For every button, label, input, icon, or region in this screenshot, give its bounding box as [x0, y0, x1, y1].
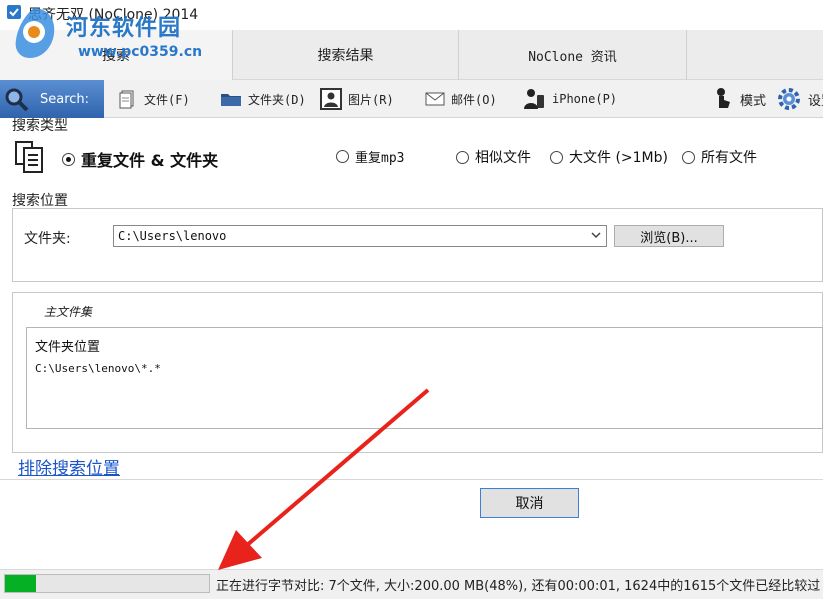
search-button-label: Search:	[40, 91, 90, 107]
main-file-set-heading: 主文件集	[44, 305, 93, 319]
watermark-logo-icon	[15, 8, 55, 58]
radio-large-files-label: 大文件 (>1Mb)	[569, 150, 668, 166]
toolbar-folder-label: 文件夹(D)	[248, 92, 306, 107]
settings-button[interactable]: 设置	[776, 80, 823, 118]
folder-location-list[interactable]: 文件夹位置 C:\Users\lenovo\*.*	[26, 327, 823, 429]
toolbar-folder[interactable]: 文件夹(D)	[220, 80, 306, 118]
folder-combobox[interactable]: C:\Users\lenovo	[113, 225, 607, 247]
progress-fill	[5, 575, 36, 592]
watermark-name: 河东软件园	[66, 16, 182, 41]
toolbar-mail-label: 邮件(O)	[451, 92, 497, 107]
status-text: 正在进行字节对比: 7个文件, 大小:200.00 MB(48%), 还有00:…	[216, 579, 821, 594]
gear-icon	[778, 88, 800, 110]
radio-duplicate-mp3-label: 重复mp3	[355, 151, 405, 166]
toolbar-file-label: 文件(F)	[144, 92, 190, 107]
mail-icon	[425, 92, 445, 106]
toolbar-iphone-label: iPhone(P)	[552, 92, 618, 106]
radio-similar-files-label: 相似文件	[475, 150, 531, 166]
list-item[interactable]: C:\Users\lenovo\*.*	[35, 362, 161, 375]
search-button[interactable]: Search:	[0, 80, 104, 118]
browse-button[interactable]: 浏览(B)...	[614, 225, 724, 247]
tab-search-results[interactable]: 搜索结果	[232, 30, 458, 80]
mode-button[interactable]: 模式	[712, 80, 766, 118]
mode-label: 模式	[740, 93, 767, 109]
radio-duplicate-mp3[interactable]: 重复mp3	[336, 147, 404, 166]
radio-all-files[interactable]: 所有文件	[682, 147, 757, 167]
tab-bar-filler	[686, 30, 823, 80]
radio-dot	[336, 150, 349, 163]
search-type-heading: 搜索类型	[12, 118, 68, 134]
radio-dot	[62, 152, 75, 166]
radio-dot	[550, 150, 563, 164]
duplicate-files-icon	[15, 141, 43, 173]
search-location-heading: 搜索位置	[12, 193, 68, 209]
chevron-down-icon	[591, 232, 601, 239]
toolbar-file[interactable]: 文件(F)	[118, 80, 190, 118]
radio-large-files[interactable]: 大文件 (>1Mb)	[550, 147, 668, 167]
radio-all-files-label: 所有文件	[701, 150, 757, 166]
cancel-button[interactable]: 取消	[480, 488, 579, 518]
phone-icon	[524, 89, 544, 109]
radio-similar-files[interactable]: 相似文件	[456, 147, 531, 167]
watermark-url: www.pc0359.cn	[78, 44, 203, 60]
toolbar-picture-label: 图片(R)	[348, 92, 394, 107]
toolbar-picture[interactable]: 图片(R)	[320, 80, 394, 118]
mode-hand-icon	[717, 88, 730, 108]
annotation-arrow-head	[218, 530, 262, 570]
file-icon	[119, 90, 134, 109]
picture-icon	[320, 88, 342, 110]
settings-label: 设置	[808, 93, 823, 109]
radio-dot	[682, 150, 695, 164]
toolbar-mail[interactable]: 邮件(O)	[425, 80, 497, 118]
folder-label: 文件夹:	[24, 231, 71, 247]
magnifier-icon	[5, 88, 29, 112]
exclude-search-location-link[interactable]: 排除搜索位置	[18, 454, 120, 479]
divider	[0, 479, 823, 480]
radio-dot	[456, 150, 469, 164]
tab-noclone-news[interactable]: NoClone 资讯	[458, 30, 686, 80]
folder-combobox-value: C:\Users\lenovo	[118, 229, 227, 243]
list-column-header: 文件夹位置	[35, 340, 101, 355]
folder-icon	[221, 94, 241, 106]
radio-duplicate-files[interactable]: 重复文件 & 文件夹	[62, 147, 218, 171]
toolbar-iphone[interactable]: iPhone(P)	[522, 80, 617, 118]
toolbar: Search: 文件(F) 文件夹(D) 图片(R) 邮件(O) iPhone(…	[0, 80, 823, 118]
progress-bar	[4, 574, 210, 593]
radio-duplicate-files-label: 重复文件 & 文件夹	[81, 151, 219, 170]
